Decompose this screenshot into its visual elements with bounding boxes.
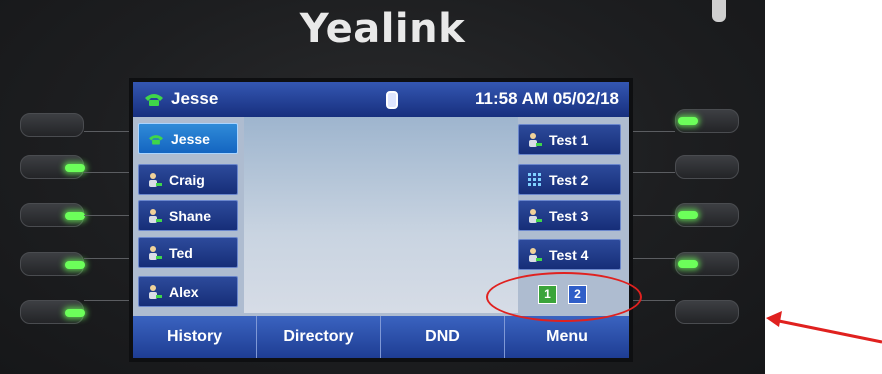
- line-button-5[interactable]: [20, 300, 85, 324]
- line-key-test-3[interactable]: Test 3: [518, 200, 621, 231]
- connector-line: [629, 215, 675, 216]
- connector-line: [84, 300, 133, 301]
- line-button-9[interactable]: [675, 252, 739, 276]
- status-time: 11:58 AM 05/02/18: [475, 89, 619, 108]
- ip-phone: Yealink Jesse 11:58 AM 05/02/18 Jesse Cr…: [0, 0, 765, 374]
- contact-icon: [149, 284, 162, 299]
- line-button-10[interactable]: [675, 300, 739, 324]
- annotation-arrow-icon: [766, 311, 882, 344]
- led-indicator: [65, 164, 85, 172]
- line-key-test-2[interactable]: Test 2: [518, 164, 621, 195]
- led-indicator: [678, 117, 698, 125]
- led-indicator: [678, 211, 698, 219]
- highlight-ellipse: [486, 272, 642, 322]
- line-key-test-1[interactable]: Test 1: [518, 124, 621, 155]
- keypad-icon: [528, 172, 541, 186]
- line-key-label: Jesse: [171, 130, 210, 147]
- line-key-alex[interactable]: Alex: [138, 276, 238, 307]
- connector-line: [84, 131, 133, 132]
- softkey-bar: History Directory DND Menu: [133, 316, 629, 358]
- directory-softkey[interactable]: Directory: [257, 316, 381, 358]
- line-key-label: Test 3: [549, 207, 589, 224]
- idle-area: [244, 117, 518, 313]
- connector-line: [84, 258, 133, 259]
- led-indicator: [65, 261, 85, 269]
- line-key-label: Test 1: [549, 131, 589, 148]
- led-indicator: [65, 309, 85, 317]
- status-bar: Jesse 11:58 AM 05/02/18: [133, 82, 629, 117]
- contact-icon: [149, 208, 162, 223]
- line-key-jesse[interactable]: Jesse: [138, 123, 238, 154]
- connector-line: [84, 172, 133, 173]
- connector-line: [629, 258, 675, 259]
- connector-line: [629, 131, 675, 132]
- network-icon: [386, 91, 398, 109]
- line-key-shane[interactable]: Shane: [138, 200, 238, 231]
- led-indicator: [65, 212, 85, 220]
- contact-icon: [529, 132, 542, 147]
- line-button-4[interactable]: [20, 252, 85, 276]
- line-key-label: Test 4: [549, 246, 589, 263]
- line-key-label: Test 2: [549, 171, 589, 188]
- menu-softkey[interactable]: Menu: [505, 316, 629, 358]
- line-button-2[interactable]: [20, 155, 85, 179]
- contact-icon: [149, 245, 162, 260]
- dnd-softkey[interactable]: DND: [381, 316, 505, 358]
- led-indicator: [678, 260, 698, 268]
- line-key-label: Shane: [169, 207, 212, 224]
- phone-icon: [145, 94, 163, 106]
- line-key-test-4[interactable]: Test 4: [518, 239, 621, 270]
- brand-logo: Yealink: [299, 6, 466, 52]
- line-button-3[interactable]: [20, 203, 85, 227]
- connector-line: [629, 172, 675, 173]
- line-key-label: Craig: [169, 171, 205, 188]
- line-key-label: Alex: [169, 283, 199, 300]
- contact-icon: [529, 208, 542, 223]
- phone-icon: [149, 134, 163, 144]
- line-name: Jesse: [171, 89, 219, 108]
- line-button-8[interactable]: [675, 203, 739, 227]
- connector-line: [84, 215, 133, 216]
- contact-icon: [149, 172, 162, 187]
- line-button-6[interactable]: [675, 109, 739, 133]
- line-key-craig[interactable]: Craig: [138, 164, 238, 195]
- contact-icon: [529, 247, 542, 262]
- line-button-1[interactable]: [20, 113, 84, 137]
- line-key-ted[interactable]: Ted: [138, 237, 238, 268]
- history-softkey[interactable]: History: [133, 316, 257, 358]
- line-key-label: Ted: [169, 244, 193, 261]
- line-button-7[interactable]: [675, 155, 739, 179]
